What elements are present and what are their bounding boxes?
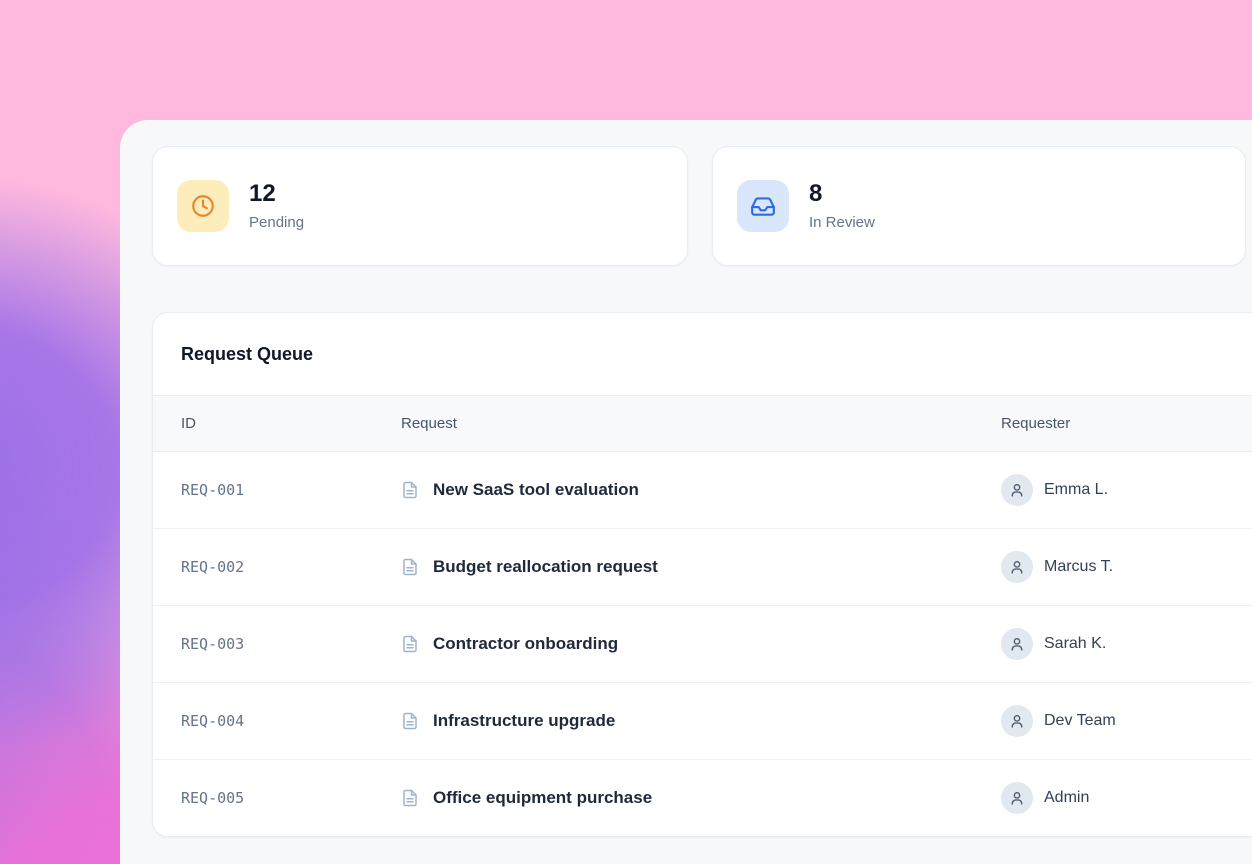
pending-label: Pending bbox=[249, 214, 304, 231]
avatar bbox=[1001, 782, 1033, 814]
avatar bbox=[1001, 551, 1033, 583]
request-queue-card: Request Queue ID Request Requester REQ-0… bbox=[152, 312, 1252, 837]
main-panel: 12 Pending 8 In Review Request Queue ID … bbox=[120, 120, 1252, 864]
stat-text: 8 In Review bbox=[809, 181, 875, 230]
request-id: REQ-001 bbox=[181, 481, 401, 499]
request-title: New SaaS tool evaluation bbox=[433, 480, 639, 500]
column-header-request: Request bbox=[401, 415, 1001, 432]
table-row[interactable]: REQ-001 New SaaS tool evaluation bbox=[153, 452, 1252, 529]
column-header-requester: Requester bbox=[1001, 415, 1252, 432]
table-header-row: ID Request Requester bbox=[153, 396, 1252, 452]
request-id: REQ-003 bbox=[181, 635, 401, 653]
file-text-icon bbox=[401, 635, 419, 653]
inbox-icon bbox=[737, 180, 789, 232]
stat-cards-row: 12 Pending 8 In Review bbox=[152, 146, 1252, 266]
avatar bbox=[1001, 705, 1033, 737]
file-text-icon bbox=[401, 712, 419, 730]
request-title: Infrastructure upgrade bbox=[433, 711, 615, 731]
request-id: REQ-004 bbox=[181, 712, 401, 730]
request-title: Contractor onboarding bbox=[433, 634, 618, 654]
requester-name: Dev Team bbox=[1044, 712, 1116, 730]
requester-name: Admin bbox=[1044, 789, 1089, 807]
column-header-id: ID bbox=[181, 415, 401, 432]
in-review-count: 8 bbox=[809, 181, 875, 207]
request-title: Budget reallocation request bbox=[433, 557, 658, 577]
requester-name: Emma L. bbox=[1044, 481, 1108, 499]
pending-count: 12 bbox=[249, 181, 304, 207]
table-row[interactable]: REQ-005 Office equipment purchase bbox=[153, 760, 1252, 836]
stat-card-in-review: 8 In Review bbox=[712, 146, 1246, 266]
avatar bbox=[1001, 628, 1033, 660]
table-row[interactable]: REQ-003 Contractor onboarding bbox=[153, 606, 1252, 683]
request-id: REQ-002 bbox=[181, 558, 401, 576]
file-text-icon bbox=[401, 558, 419, 576]
stat-text: 12 Pending bbox=[249, 181, 304, 230]
requester-name: Marcus T. bbox=[1044, 558, 1113, 576]
avatar bbox=[1001, 474, 1033, 506]
page-background: { "stats": [ { "value": "12", "label": "… bbox=[0, 0, 1252, 864]
request-id: REQ-005 bbox=[181, 789, 401, 807]
file-text-icon bbox=[401, 789, 419, 807]
in-review-label: In Review bbox=[809, 214, 875, 231]
stat-card-pending: 12 Pending bbox=[152, 146, 688, 266]
request-title: Office equipment purchase bbox=[433, 788, 652, 808]
table-row[interactable]: REQ-004 Infrastructure upgrade bbox=[153, 683, 1252, 760]
file-text-icon bbox=[401, 481, 419, 499]
table-title: Request Queue bbox=[153, 313, 1252, 396]
clock-icon bbox=[177, 180, 229, 232]
requester-name: Sarah K. bbox=[1044, 635, 1106, 653]
table-row[interactable]: REQ-002 Budget reallocation request bbox=[153, 529, 1252, 606]
